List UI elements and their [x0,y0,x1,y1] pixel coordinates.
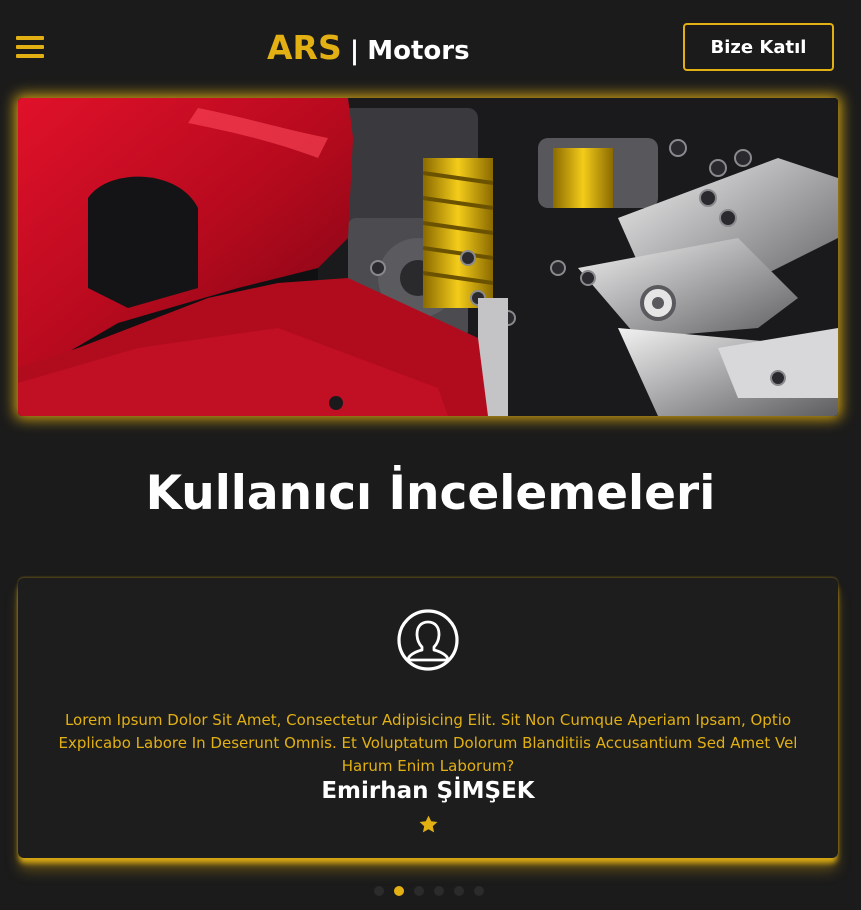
site-header: ARS | Motors Bize Katıl [0,0,861,98]
review-card: Lorem Ipsum Dolor Sit Amet, Consectetur … [18,578,838,858]
motorcycle-image [18,98,838,416]
logo-brand-text: ARS [267,28,342,67]
carousel-pagination [374,886,484,896]
hero-image [18,98,838,416]
carousel-dot[interactable] [454,886,464,896]
user-avatar-icon [397,609,459,671]
carousel-dot-active[interactable] [394,886,404,896]
site-logo[interactable]: ARS | Motors [267,28,470,67]
carousel-dot[interactable] [474,886,484,896]
hamburger-menu-icon[interactable] [16,36,44,60]
carousel-dot[interactable] [374,886,384,896]
join-button[interactable]: Bize Katıl [683,23,834,71]
logo-separator: | [349,36,360,66]
carousel-dot[interactable] [414,886,424,896]
reviewer-name: Emirhan ŞİMŞEK [321,778,535,804]
star-icon [419,815,438,833]
review-text: Lorem Ipsum Dolor Sit Amet, Consectetur … [58,711,798,775]
logo-suffix-text: Motors [367,36,470,66]
carousel-dot[interactable] [434,886,444,896]
section-title: Kullanıcı İncelemeleri [145,466,716,521]
